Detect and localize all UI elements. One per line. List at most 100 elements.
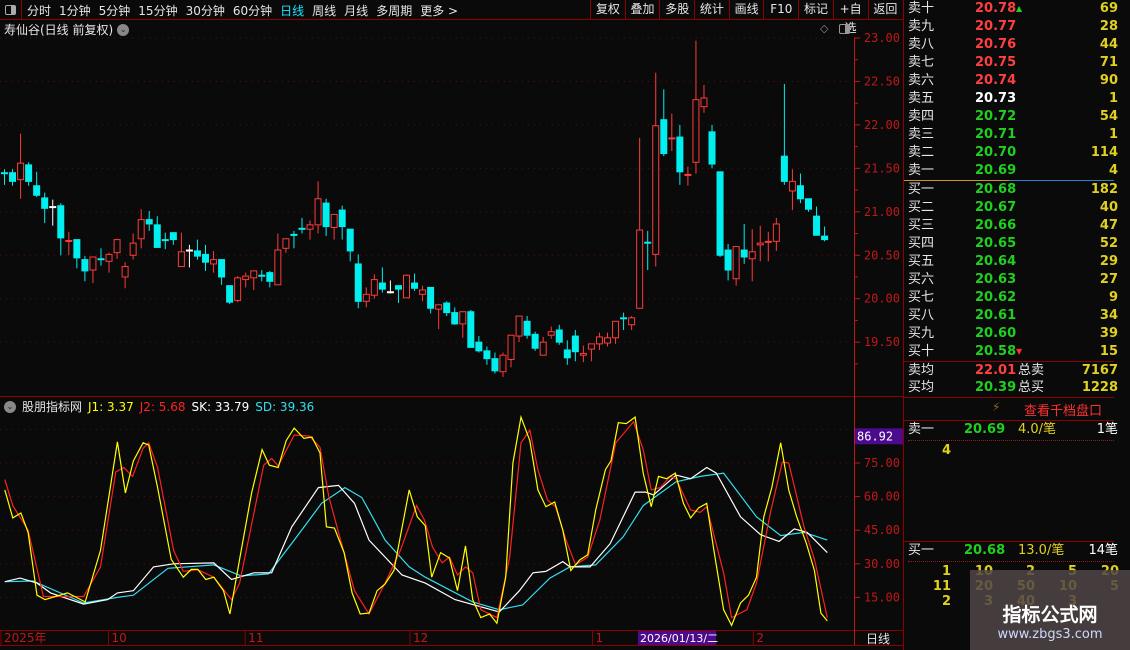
candle-body xyxy=(113,239,121,254)
sell-row-3[interactable]: 卖七 20.75 71 xyxy=(908,54,1118,72)
candle-body xyxy=(145,219,153,225)
queue-order: 11 xyxy=(932,579,951,594)
level-label: 买九 xyxy=(908,326,935,341)
candle xyxy=(338,205,346,240)
candle xyxy=(185,244,193,268)
candle xyxy=(612,320,620,344)
candle xyxy=(740,223,748,264)
candle xyxy=(306,220,314,240)
price-label: 19.50 xyxy=(864,335,900,349)
level-label: 买五 xyxy=(908,254,935,269)
candle xyxy=(41,192,49,224)
order-book: 卖十 20.78 ▲ 69 卖九 20.77 28 卖八 20.76 44 卖七 20.75 71 卖六 2… xyxy=(903,0,1130,650)
candle xyxy=(491,352,499,374)
candle xyxy=(234,276,242,303)
candle-body xyxy=(499,354,507,373)
period-label[interactable]: 日线 xyxy=(866,632,890,646)
candle-body xyxy=(604,337,611,344)
month-label: 2 xyxy=(756,631,764,645)
candle xyxy=(507,334,515,368)
candle xyxy=(290,230,298,249)
sell-row-7[interactable]: 卖三 20.71 1 xyxy=(908,126,1118,144)
candle xyxy=(628,316,636,330)
indicator-line-sd xyxy=(4,472,828,611)
candle xyxy=(9,169,17,186)
watermark-title: 指标公式网 xyxy=(1002,604,1098,626)
buy-row-7[interactable]: 买八 20.61 34 xyxy=(908,307,1118,325)
candle-body xyxy=(193,250,201,257)
candle-body xyxy=(708,131,716,165)
level-label: 买八 xyxy=(908,308,935,323)
candle xyxy=(218,259,226,285)
candle xyxy=(483,346,491,365)
sell-row-8[interactable]: 卖二 20.70 114 xyxy=(908,144,1118,162)
sell-row-6[interactable]: 卖四 20.72 54 xyxy=(908,108,1118,126)
buy-row-6[interactable]: 买七 20.62 9 xyxy=(908,289,1118,307)
candle-body xyxy=(129,242,137,256)
queue-order: 4 xyxy=(941,443,951,458)
dotted-divider xyxy=(908,561,1114,562)
sell-row-0[interactable]: 卖十 20.78 ▲ 69 xyxy=(908,0,1118,18)
candle xyxy=(660,89,668,157)
candle xyxy=(121,262,129,289)
candle-body xyxy=(202,253,209,263)
ask-queue-header: 卖一 20.69 4.0/笔 1笔 xyxy=(908,421,1118,439)
level-label: 买一 xyxy=(908,182,935,197)
level-volume: 71 xyxy=(1099,55,1118,70)
candle xyxy=(459,311,467,338)
sell-row-4[interactable]: 卖六 20.74 90 xyxy=(908,72,1118,90)
summary-total: 1228 xyxy=(1081,380,1118,395)
level-volume: 44 xyxy=(1099,37,1118,52)
thousand-depth-link[interactable]: 查看千档盘口 xyxy=(1024,400,1102,419)
candle-body xyxy=(660,119,668,155)
queue-count: 14笔 xyxy=(1088,543,1118,558)
candle-body xyxy=(612,320,620,339)
buy-row-0[interactable]: 买一 20.68 182 xyxy=(908,181,1118,199)
candle-body xyxy=(788,180,796,192)
candle xyxy=(796,173,804,204)
candle xyxy=(764,231,772,262)
level-volume: 54 xyxy=(1099,109,1118,124)
sell-row-9[interactable]: 卖一 20.69 4 xyxy=(908,162,1118,180)
candle xyxy=(805,198,812,212)
level-label: 卖十 xyxy=(908,1,935,16)
candle-body xyxy=(81,259,89,272)
buy-row-2[interactable]: 买三 20.66 47 xyxy=(908,217,1118,235)
level-volume: 4 xyxy=(1108,163,1118,178)
buy-row-8[interactable]: 买九 20.60 39 xyxy=(908,325,1118,343)
candle-body xyxy=(33,185,41,196)
buy-row-3[interactable]: 买四 20.65 52 xyxy=(908,235,1118,253)
buy-row-5[interactable]: 买六 20.63 27 xyxy=(908,271,1118,289)
buy-row-9[interactable]: 买十 20.58 ▼ 15 xyxy=(908,343,1118,361)
sell-row-1[interactable]: 卖九 20.77 28 xyxy=(908,18,1118,36)
level-label: 卖三 xyxy=(908,127,935,142)
buy-row-1[interactable]: 买二 20.67 40 xyxy=(908,199,1118,217)
sell-row-5[interactable]: 卖五 20.73 1 xyxy=(908,90,1118,108)
sell-row-2[interactable]: 卖八 20.76 44 xyxy=(908,36,1118,54)
candle xyxy=(250,270,258,291)
current-value-label: 86.92 xyxy=(857,429,893,443)
level-volume: 182 xyxy=(1090,182,1118,197)
candle xyxy=(57,203,65,256)
candle-body xyxy=(322,202,330,228)
queue-avg: 13.0/笔 xyxy=(1018,543,1065,558)
candle-body xyxy=(491,358,499,372)
chevron-down-icon[interactable]: ⌄ xyxy=(4,400,16,413)
candle xyxy=(724,243,732,281)
candle-body xyxy=(451,312,459,325)
price-label: 21.00 xyxy=(864,205,900,219)
candle-body xyxy=(668,137,676,140)
price-label: 23.00 xyxy=(864,31,900,45)
candle-body xyxy=(17,162,25,181)
candle-body xyxy=(523,320,531,336)
candle-body xyxy=(732,246,740,280)
candle-body xyxy=(57,205,65,239)
candle-body xyxy=(290,233,298,236)
kline-chart[interactable]: 23.00 22.50 22.00 21.50 21.00 20.50 20.00 19.50… xyxy=(0,0,903,650)
candle xyxy=(394,285,402,304)
candle xyxy=(700,84,708,113)
candle-body xyxy=(169,232,177,241)
buy-row-4[interactable]: 买五 20.64 29 xyxy=(908,253,1118,271)
candle xyxy=(708,124,716,169)
indicator-name[interactable]: 股朋指标网 xyxy=(22,398,82,415)
